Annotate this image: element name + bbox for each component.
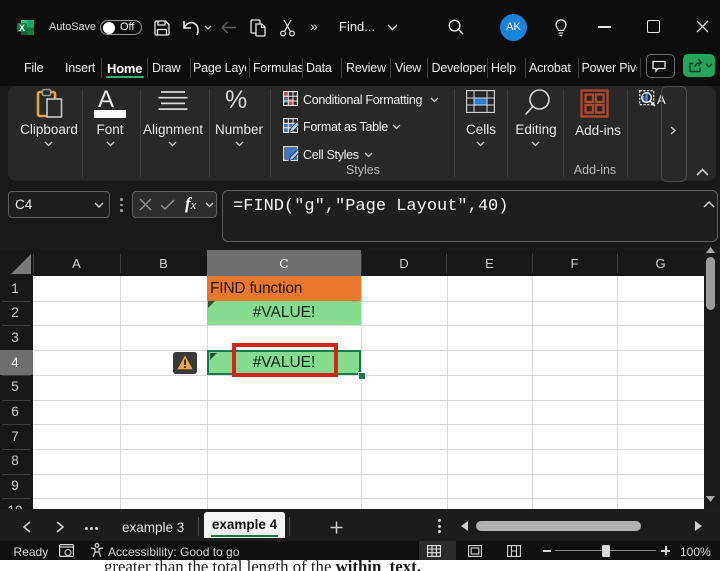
- svg-text:X: X: [19, 23, 25, 33]
